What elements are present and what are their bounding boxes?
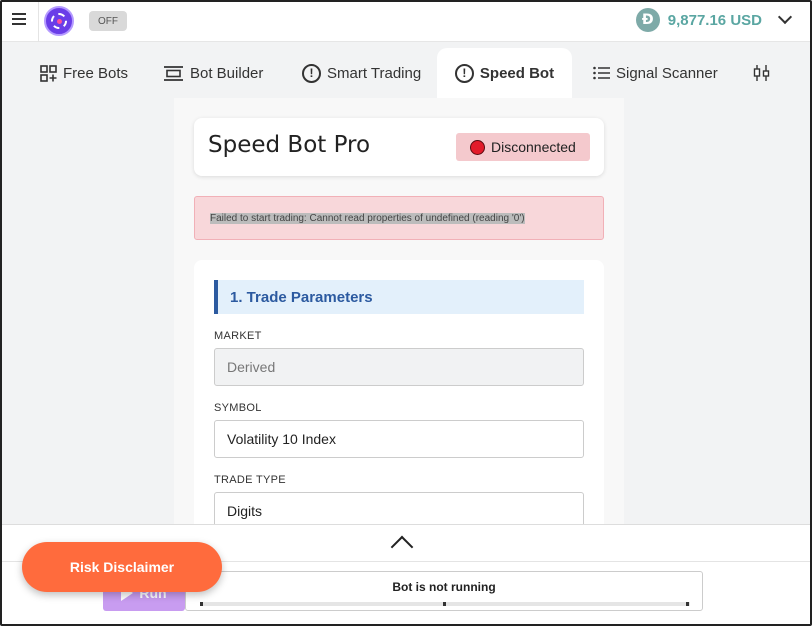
account-balance[interactable]: Đ 9,877.16 USD (635, 8, 793, 32)
logo-ring (51, 13, 67, 29)
tab-label: Bot Builder (190, 64, 264, 82)
chevron-down-icon[interactable] (777, 9, 793, 25)
symbol-field[interactable]: Volatility 10 Index (214, 420, 584, 458)
market-label: MARKET (214, 330, 262, 342)
title-card: Speed Bot Pro Disconnected (194, 118, 604, 176)
section-title: 1. Trade Parameters (214, 280, 584, 314)
list-icon (593, 66, 610, 80)
bot-progress-track (200, 602, 690, 606)
tab-speed-bot[interactable]: ! Speed Bot (437, 48, 572, 98)
balance-amount: 9,877.16 USD (667, 11, 762, 29)
grid-plus-icon (40, 64, 57, 82)
main-tabs: Free Bots Bot Builder ! Smart Trading ! … (0, 48, 812, 98)
alert-circle-icon: ! (302, 63, 321, 83)
bot-status-text: Bot is not running (392, 580, 496, 594)
connection-status-badge: Disconnected (456, 133, 590, 161)
tab-signal-scanner[interactable]: Signal Scanner (593, 48, 718, 98)
chevron-up-icon[interactable] (390, 535, 414, 559)
status-dot-icon (470, 139, 485, 155)
top-header: OFF Đ 9,877.16 USD (0, 0, 812, 42)
tab-label: Free Bots (63, 64, 129, 82)
tab-more[interactable] (753, 48, 777, 98)
app-logo[interactable] (44, 6, 74, 36)
tab-smart-trading[interactable]: ! Smart Trading (302, 48, 421, 98)
trade-type-label: TRADE TYPE (214, 474, 286, 486)
currency-icon: Đ (635, 8, 660, 32)
tab-label: Smart Trading (327, 64, 422, 82)
symbol-label: SYMBOL (214, 402, 262, 414)
progress-marker (200, 602, 203, 606)
on-off-toggle[interactable]: OFF (89, 11, 127, 31)
tab-free-bots[interactable]: Free Bots (40, 48, 128, 98)
builder-icon (163, 65, 184, 81)
tab-label: Speed Bot (479, 64, 555, 82)
error-alert: Failed to start trading: Cannot read pro… (194, 196, 604, 240)
candlestick-icon (753, 64, 771, 82)
menu-icon[interactable] (12, 13, 26, 25)
connection-status-text: Disconnected (491, 139, 576, 155)
market-field[interactable]: Derived (214, 348, 584, 386)
trade-parameters-card: 1. Trade Parameters MARKET Derived SYMBO… (194, 260, 604, 540)
page-title: Speed Bot Pro (208, 132, 371, 158)
speed-bot-panel: Speed Bot Pro Disconnected Failed to sta… (174, 98, 624, 540)
logo-dot (56, 18, 62, 24)
risk-disclaimer-button[interactable]: Risk Disclaimer (22, 542, 222, 592)
progress-marker (443, 602, 446, 606)
tab-label: Signal Scanner (616, 64, 718, 82)
progress-marker (686, 602, 689, 606)
alert-circle-icon: ! (454, 63, 474, 83)
bot-status-box: Bot is not running (185, 571, 703, 611)
error-message: Failed to start trading: Cannot read pro… (210, 212, 525, 224)
tab-bot-builder[interactable]: Bot Builder (163, 48, 263, 98)
header-divider (38, 0, 39, 42)
